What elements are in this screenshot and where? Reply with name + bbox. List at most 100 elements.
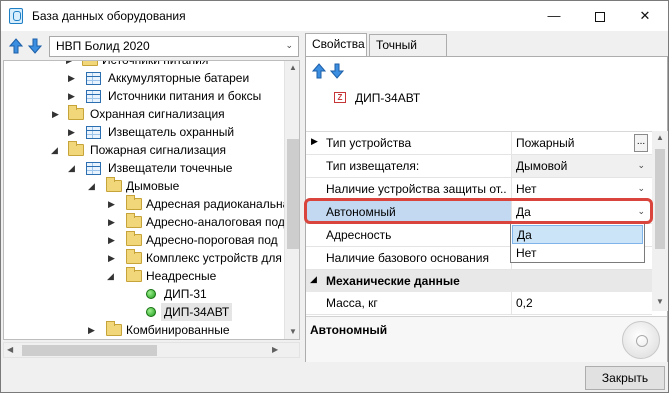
expand-icon[interactable]: ▶ xyxy=(311,136,318,147)
scroll-left-icon[interactable]: ◀ xyxy=(7,345,13,354)
close-button[interactable]: Закрыть xyxy=(585,366,665,390)
expand-icon[interactable]: ▶ xyxy=(68,87,76,105)
tree-item-label: Извещатель охранный xyxy=(108,125,235,139)
table-icon xyxy=(86,90,101,103)
tree-item-label: Адресная радиоканальная xyxy=(146,197,296,211)
scroll-down-icon[interactable]: ▼ xyxy=(289,327,297,336)
property-name: Тип извещателя: xyxy=(326,159,420,173)
tree-item-label: Дымовые xyxy=(126,179,180,193)
chevron-down-icon: ⌄ xyxy=(285,40,293,50)
autonomous-options-list[interactable]: Да Нет xyxy=(510,223,645,263)
scroll-right-icon[interactable]: ▶ xyxy=(272,345,278,354)
collapse-icon[interactable]: ◢ xyxy=(68,159,76,177)
device-type-icon: Z xyxy=(334,92,346,103)
equipment-tree[interactable]: ▶ Источники питания ▶ Аккумуляторные бат… xyxy=(3,60,300,340)
chevron-down-icon: ⌄ xyxy=(637,183,645,193)
expand-icon[interactable]: ▶ xyxy=(108,213,116,231)
arrow-down-icon xyxy=(330,63,344,79)
arrow-down-icon xyxy=(28,38,42,54)
folder-icon xyxy=(126,249,142,264)
tab-properties[interactable]: Свойства xyxy=(305,33,367,57)
property-row[interactable]: ▶ Тип устройства Пожарный ... xyxy=(306,132,652,155)
scroll-up-icon[interactable]: ▲ xyxy=(289,63,297,72)
property-value-text: Дымовой xyxy=(516,159,568,173)
maximize-icon xyxy=(595,11,605,22)
scrollbar-thumb[interactable] xyxy=(287,139,299,249)
move-down-button[interactable] xyxy=(28,38,42,54)
tree-item-label: Неадресные xyxy=(146,269,217,283)
expand-icon[interactable]: ▶ xyxy=(52,105,60,123)
property-name: Наличие базового основания xyxy=(326,251,489,265)
move-up-button[interactable] xyxy=(9,38,23,54)
expand-icon[interactable]: ▶ xyxy=(68,69,76,87)
tree-vertical-scrollbar[interactable]: ▲ ▼ xyxy=(284,61,299,339)
property-name: Наличие устройства защиты от... xyxy=(326,182,506,196)
property-value[interactable]: Пожарный ... xyxy=(511,132,652,154)
tree-item-label: Пожарная сигнализация xyxy=(90,143,227,157)
property-value[interactable]: 0,2 xyxy=(511,292,652,314)
maximize-button[interactable] xyxy=(577,1,623,31)
window-title: База данных оборудования xyxy=(32,9,186,23)
table-icon xyxy=(86,162,101,175)
property-down-button[interactable] xyxy=(330,63,344,79)
tree-item-label: ДИП-34АВТ xyxy=(161,303,233,321)
folder-icon xyxy=(68,141,84,156)
tree-item-label: Комплекс устройств для xyxy=(146,251,282,265)
device-status-icon xyxy=(146,289,156,299)
property-name: Тип устройства xyxy=(326,136,412,150)
option-no[interactable]: Нет xyxy=(512,244,643,263)
tree-item-label: Адресно-аналоговая под xyxy=(146,215,285,229)
chevron-down-icon: ⌄ xyxy=(637,160,645,170)
tab-exact-view[interactable]: Точный вид xyxy=(369,34,447,66)
scrollbar-thumb[interactable] xyxy=(22,345,157,356)
category-title: Механические данные xyxy=(326,274,460,288)
tree-item-label: ДИП-31 xyxy=(164,287,207,301)
close-window-button[interactable]: ✕ xyxy=(622,1,668,31)
minimize-button[interactable]: — xyxy=(531,1,577,31)
property-up-button[interactable] xyxy=(312,63,326,79)
tree-item-label: Охранная сигнализация xyxy=(90,107,225,121)
arrow-up-icon xyxy=(312,63,326,79)
manufacturer-select[interactable]: НВП Болид 2020 ⌄ xyxy=(49,36,299,57)
property-value-text: Нет xyxy=(516,182,537,196)
scrollbar-thumb[interactable] xyxy=(655,149,665,249)
property-value-select[interactable]: Нет ⌄ xyxy=(511,178,652,200)
folder-icon xyxy=(126,231,142,246)
table-icon xyxy=(86,126,101,139)
category-row[interactable]: ◢ Механические данные xyxy=(306,270,652,292)
expand-icon[interactable]: ▶ xyxy=(108,195,116,213)
arrow-up-icon xyxy=(9,38,23,54)
expand-icon[interactable]: ▶ xyxy=(66,61,74,69)
expand-icon[interactable]: ▶ xyxy=(108,231,116,249)
tree-horizontal-scrollbar[interactable]: ◀ ▶ xyxy=(3,342,300,358)
tree-item-label: Источники питания xyxy=(102,60,209,67)
folder-icon xyxy=(126,267,142,282)
expand-icon[interactable]: ▶ xyxy=(68,123,76,141)
collapse-icon[interactable]: ◢ xyxy=(51,141,59,159)
property-grid-scrollbar[interactable]: ▲ ▼ xyxy=(652,131,668,311)
scroll-down-icon[interactable]: ▼ xyxy=(656,297,664,306)
title-bar: База данных оборудования — ✕ xyxy=(1,1,668,31)
tree-item-label: Адресно-пороговая под xyxy=(146,233,278,247)
collapse-icon[interactable]: ◢ xyxy=(88,177,96,195)
property-value-text: Пожарный xyxy=(516,136,575,150)
manufacturer-value: НВП Болид 2020 xyxy=(56,39,150,53)
highlight-annotation xyxy=(304,198,653,224)
collapse-icon[interactable]: ◢ xyxy=(107,267,115,285)
property-row[interactable]: Масса, кг 0,2 xyxy=(306,292,652,315)
app-icon xyxy=(9,8,23,24)
option-yes[interactable]: Да xyxy=(512,225,643,244)
ellipsis-button[interactable]: ... xyxy=(634,134,648,152)
property-value-text: 0,2 xyxy=(516,296,533,310)
collapse-icon[interactable]: ◢ xyxy=(310,274,317,285)
property-name: Масса, кг xyxy=(326,296,378,310)
tree-item-label: Источники питания и боксы xyxy=(108,89,262,103)
tree-item-label: Извещатели точечные xyxy=(108,161,233,175)
property-row[interactable]: Тип извещателя: Дымовой ⌄ xyxy=(306,155,652,178)
expand-icon[interactable]: ▶ xyxy=(88,321,96,339)
scroll-up-icon[interactable]: ▲ xyxy=(656,133,664,142)
property-value-select[interactable]: Дымовой ⌄ xyxy=(511,155,652,177)
tree-item-label: Комбинированные xyxy=(126,323,230,337)
expand-icon[interactable]: ▶ xyxy=(108,249,116,267)
description-pane: Автономный xyxy=(306,316,667,362)
